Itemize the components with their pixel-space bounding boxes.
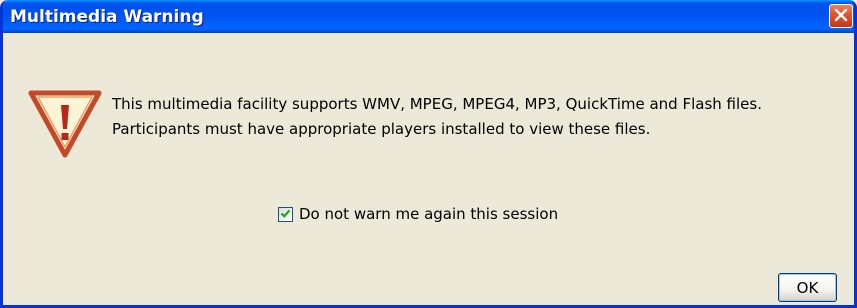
do-not-warn-checkbox-row[interactable]: Do not warn me again this session <box>278 205 558 223</box>
close-icon <box>834 7 848 26</box>
close-button[interactable] <box>829 4 853 28</box>
do-not-warn-label: Do not warn me again this session <box>299 205 559 223</box>
window-title: Multimedia Warning <box>10 7 204 27</box>
warning-message: This multimedia facility supports WMV, M… <box>112 92 762 142</box>
dialog-window: Multimedia Warning This multimedia facil… <box>0 0 857 308</box>
dialog-body: This multimedia facility supports WMV, M… <box>3 33 854 305</box>
title-bar[interactable]: Multimedia Warning <box>3 0 854 33</box>
do-not-warn-checkbox[interactable] <box>278 205 293 223</box>
message-line-1: This multimedia facility supports WMV, M… <box>112 95 762 113</box>
message-line-2: Participants must have appropriate playe… <box>112 120 651 138</box>
ok-button[interactable]: OK <box>778 273 837 302</box>
check-icon <box>280 205 291 223</box>
warning-icon <box>27 87 103 163</box>
